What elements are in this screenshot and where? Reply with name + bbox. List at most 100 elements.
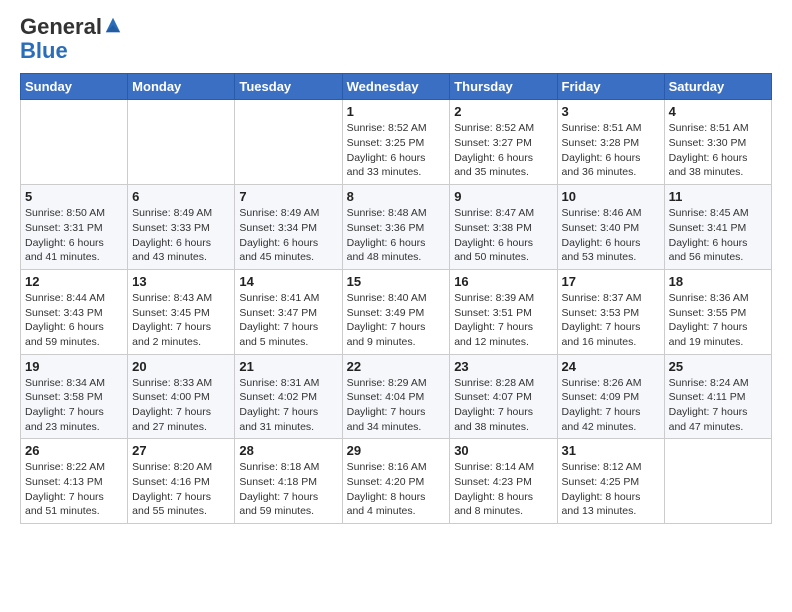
day-info: Sunrise: 8:44 AM Sunset: 3:43 PM Dayligh…: [25, 291, 123, 350]
calendar-cell: 6Sunrise: 8:49 AM Sunset: 3:33 PM Daylig…: [128, 185, 235, 270]
logo-blue: Blue: [20, 38, 68, 63]
day-number: 9: [454, 189, 552, 204]
calendar-cell: [235, 100, 342, 185]
day-info: Sunrise: 8:43 AM Sunset: 3:45 PM Dayligh…: [132, 291, 230, 350]
day-number: 19: [25, 359, 123, 374]
day-number: 3: [562, 104, 660, 119]
day-number: 7: [239, 189, 337, 204]
day-number: 28: [239, 443, 337, 458]
day-number: 15: [347, 274, 446, 289]
day-number: 25: [669, 359, 767, 374]
calendar-cell: 26 Sunrise: 8:22 AM Sunset: 4:13 PM Dayli…: [21, 439, 128, 524]
calendar-cell: 8 Sunrise: 8:48 AM Sunset: 3:36 PM Daylig…: [342, 185, 450, 270]
week-row-4: 19Sunrise: 8:34 AM Sunset: 3:58 PM Dayli…: [21, 354, 772, 439]
day-info: Sunrise: 8:24 AM Sunset: 4:11 PM Dayligh…: [669, 376, 767, 435]
calendar-cell: 22Sunrise: 8:29 AM Sunset: 4:04 PM Dayli…: [342, 354, 450, 439]
day-info: Sunrise: 8:40 AM Sunset: 3:49 PM Dayligh…: [347, 291, 446, 350]
logo-icon: [104, 16, 122, 34]
day-info: Sunrise: 8:48 AM Sunset: 3:36 PM Dayligh…: [347, 206, 446, 265]
day-number: 21: [239, 359, 337, 374]
calendar-cell: 27 Sunrise: 8:20 AM Sunset: 4:16 PM Dayli…: [128, 439, 235, 524]
calendar-table: SundayMondayTuesdayWednesdayThursdayFrid…: [20, 73, 772, 524]
weekday-header-row: SundayMondayTuesdayWednesdayThursdayFrid…: [21, 74, 772, 100]
day-info: Sunrise: 8:50 AM Sunset: 3:31 PM Dayligh…: [25, 206, 123, 265]
calendar-cell: 3 Sunrise: 8:51 AM Sunset: 3:28 PM Daylig…: [557, 100, 664, 185]
day-number: 27: [132, 443, 230, 458]
calendar-cell: 24Sunrise: 8:26 AM Sunset: 4:09 PM Dayli…: [557, 354, 664, 439]
day-number: 13: [132, 274, 230, 289]
calendar-cell: 13 Sunrise: 8:43 AM Sunset: 3:45 PM Dayli…: [128, 269, 235, 354]
day-info: Sunrise: 8:37 AM Sunset: 3:53 PM Dayligh…: [562, 291, 660, 350]
day-info: Sunrise: 8:22 AM Sunset: 4:13 PM Dayligh…: [25, 460, 123, 519]
day-info: Sunrise: 8:39 AM Sunset: 3:51 PM Dayligh…: [454, 291, 552, 350]
day-number: 26: [25, 443, 123, 458]
calendar-cell: 9 Sunrise: 8:47 AM Sunset: 3:38 PM Daylig…: [450, 185, 557, 270]
weekday-header-sunday: Sunday: [21, 74, 128, 100]
day-number: 18: [669, 274, 767, 289]
calendar-cell: 2Sunrise: 8:52 AM Sunset: 3:27 PM Daylig…: [450, 100, 557, 185]
calendar-cell: 31Sunrise: 8:12 AM Sunset: 4:25 PM Dayli…: [557, 439, 664, 524]
calendar-cell: 18 Sunrise: 8:36 AM Sunset: 3:55 PM Dayli…: [664, 269, 771, 354]
day-number: 23: [454, 359, 552, 374]
day-number: 11: [669, 189, 767, 204]
day-info: Sunrise: 8:49 AM Sunset: 3:34 PM Dayligh…: [239, 206, 337, 265]
calendar-cell: 29 Sunrise: 8:16 AM Sunset: 4:20 PM Dayli…: [342, 439, 450, 524]
header: General Blue: [20, 15, 772, 63]
day-info: Sunrise: 8:12 AM Sunset: 4:25 PM Dayligh…: [562, 460, 660, 519]
day-info: Sunrise: 8:33 AM Sunset: 4:00 PM Dayligh…: [132, 376, 230, 435]
calendar-cell: 7 Sunrise: 8:49 AM Sunset: 3:34 PM Daylig…: [235, 185, 342, 270]
weekday-header-friday: Friday: [557, 74, 664, 100]
calendar-cell: 1 Sunrise: 8:52 AM Sunset: 3:25 PM Daylig…: [342, 100, 450, 185]
week-row-5: 26 Sunrise: 8:22 AM Sunset: 4:13 PM Dayli…: [21, 439, 772, 524]
logo-general: General: [20, 14, 102, 39]
calendar-cell: 23Sunrise: 8:28 AM Sunset: 4:07 PM Dayli…: [450, 354, 557, 439]
day-number: 16: [454, 274, 552, 289]
day-number: 10: [562, 189, 660, 204]
day-number: 1: [347, 104, 446, 119]
week-row-3: 12 Sunrise: 8:44 AM Sunset: 3:43 PM Dayli…: [21, 269, 772, 354]
day-info: Sunrise: 8:51 AM Sunset: 3:30 PM Dayligh…: [669, 121, 767, 180]
day-number: 17: [562, 274, 660, 289]
weekday-header-monday: Monday: [128, 74, 235, 100]
day-number: 4: [669, 104, 767, 119]
day-info: Sunrise: 8:51 AM Sunset: 3:28 PM Dayligh…: [562, 121, 660, 180]
week-row-1: 1 Sunrise: 8:52 AM Sunset: 3:25 PM Daylig…: [21, 100, 772, 185]
day-number: 2: [454, 104, 552, 119]
day-info: Sunrise: 8:41 AM Sunset: 3:47 PM Dayligh…: [239, 291, 337, 350]
calendar-cell: 15 Sunrise: 8:40 AM Sunset: 3:49 PM Dayli…: [342, 269, 450, 354]
calendar-cell: 10 Sunrise: 8:46 AM Sunset: 3:40 PM Dayli…: [557, 185, 664, 270]
calendar-cell: 20Sunrise: 8:33 AM Sunset: 4:00 PM Dayli…: [128, 354, 235, 439]
day-number: 30: [454, 443, 552, 458]
day-number: 29: [347, 443, 446, 458]
calendar-cell: 14 Sunrise: 8:41 AM Sunset: 3:47 PM Dayli…: [235, 269, 342, 354]
calendar-cell: 12 Sunrise: 8:44 AM Sunset: 3:43 PM Dayli…: [21, 269, 128, 354]
weekday-header-tuesday: Tuesday: [235, 74, 342, 100]
day-number: 24: [562, 359, 660, 374]
day-info: Sunrise: 8:46 AM Sunset: 3:40 PM Dayligh…: [562, 206, 660, 265]
day-number: 12: [25, 274, 123, 289]
day-info: Sunrise: 8:20 AM Sunset: 4:16 PM Dayligh…: [132, 460, 230, 519]
day-number: 8: [347, 189, 446, 204]
week-row-2: 5 Sunrise: 8:50 AM Sunset: 3:31 PM Daylig…: [21, 185, 772, 270]
day-info: Sunrise: 8:18 AM Sunset: 4:18 PM Dayligh…: [239, 460, 337, 519]
page: General Blue SundayMondayTuesdayWednesda…: [0, 0, 792, 612]
calendar-cell: [21, 100, 128, 185]
day-number: 6: [132, 189, 230, 204]
day-info: Sunrise: 8:16 AM Sunset: 4:20 PM Dayligh…: [347, 460, 446, 519]
day-info: Sunrise: 8:31 AM Sunset: 4:02 PM Dayligh…: [239, 376, 337, 435]
day-info: Sunrise: 8:36 AM Sunset: 3:55 PM Dayligh…: [669, 291, 767, 350]
day-info: Sunrise: 8:52 AM Sunset: 3:25 PM Dayligh…: [347, 121, 446, 180]
calendar-cell: 28 Sunrise: 8:18 AM Sunset: 4:18 PM Dayli…: [235, 439, 342, 524]
calendar-cell: 5 Sunrise: 8:50 AM Sunset: 3:31 PM Daylig…: [21, 185, 128, 270]
day-number: 14: [239, 274, 337, 289]
day-info: Sunrise: 8:29 AM Sunset: 4:04 PM Dayligh…: [347, 376, 446, 435]
calendar-cell: 30 Sunrise: 8:14 AM Sunset: 4:23 PM Dayli…: [450, 439, 557, 524]
calendar-cell: 4 Sunrise: 8:51 AM Sunset: 3:30 PM Daylig…: [664, 100, 771, 185]
weekday-header-wednesday: Wednesday: [342, 74, 450, 100]
day-number: 5: [25, 189, 123, 204]
calendar-cell: 19Sunrise: 8:34 AM Sunset: 3:58 PM Dayli…: [21, 354, 128, 439]
weekday-header-saturday: Saturday: [664, 74, 771, 100]
weekday-header-thursday: Thursday: [450, 74, 557, 100]
day-info: Sunrise: 8:14 AM Sunset: 4:23 PM Dayligh…: [454, 460, 552, 519]
day-info: Sunrise: 8:47 AM Sunset: 3:38 PM Dayligh…: [454, 206, 552, 265]
